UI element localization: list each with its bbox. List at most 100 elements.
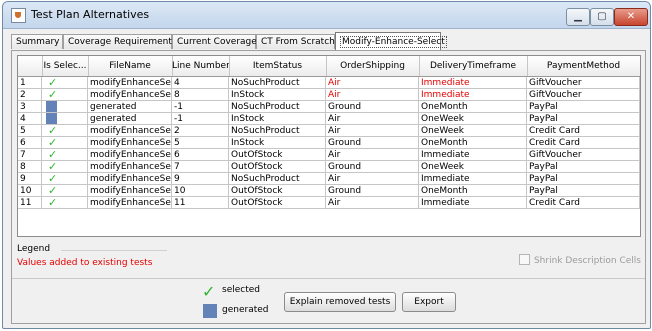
cell-line-number[interactable]: 10 bbox=[172, 185, 229, 197]
table-row[interactable]: 4 generated -1 InStock Air OneWeek PayPal bbox=[18, 113, 640, 125]
cell-filename[interactable]: modifyEnhanceSe... bbox=[88, 185, 172, 197]
col-header-line-number[interactable]: Line Number bbox=[172, 56, 230, 76]
maximize-button[interactable]: ▢ bbox=[590, 8, 614, 26]
cell-filename[interactable]: modifyEnhanceSe... bbox=[88, 161, 172, 173]
cell-is-selected[interactable]: ✓ bbox=[42, 89, 88, 101]
cell-deliverytimeframe[interactable]: Immediate bbox=[419, 149, 527, 161]
cell-paymentmethod[interactable]: GiftVoucher bbox=[527, 77, 640, 89]
col-header-row-number[interactable] bbox=[18, 56, 43, 76]
cell-itemstatus[interactable]: OutOfStock bbox=[229, 149, 326, 161]
cell-ordershipping[interactable]: Air bbox=[326, 197, 419, 209]
cell-line-number[interactable]: -1 bbox=[172, 101, 229, 113]
cell-row-number[interactable]: 4 bbox=[18, 113, 42, 125]
cell-ordershipping[interactable]: Air bbox=[326, 149, 419, 161]
cell-is-selected[interactable]: ✓ bbox=[42, 77, 88, 89]
cell-ordershipping[interactable]: Air bbox=[326, 125, 419, 137]
cell-filename[interactable]: generated bbox=[88, 113, 172, 125]
cell-deliverytimeframe[interactable]: Immediate bbox=[419, 77, 527, 89]
table-row[interactable]: 9 ✓ modifyEnhanceSe... 9 NoSuchProduct Air Imm… bbox=[18, 173, 640, 185]
cell-is-selected[interactable]: ✓ bbox=[42, 185, 88, 197]
cell-paymentmethod[interactable]: PayPal bbox=[527, 185, 640, 197]
table-row[interactable]: 10 ✓ modifyEnhanceSe... 10 OutOfStock Ground O… bbox=[18, 185, 640, 197]
cell-deliverytimeframe[interactable]: OneWeek bbox=[419, 161, 527, 173]
cell-paymentmethod[interactable]: Credit Card bbox=[527, 197, 640, 209]
cell-line-number[interactable]: 11 bbox=[172, 197, 229, 209]
cell-line-number[interactable]: -1 bbox=[172, 113, 229, 125]
cell-is-selected[interactable]: ✓ bbox=[42, 161, 88, 173]
cell-deliverytimeframe[interactable]: Immediate bbox=[419, 197, 527, 209]
cell-line-number[interactable]: 4 bbox=[172, 77, 229, 89]
title-bar[interactable]: Test Plan Alternatives ▁ ▢ ✕ bbox=[3, 2, 650, 29]
table-row[interactable]: 3 generated -1 NoSuchProduct Ground OneMonth P… bbox=[18, 101, 640, 113]
cell-is-selected[interactable] bbox=[42, 101, 88, 113]
cell-filename[interactable]: modifyEnhanceSe... bbox=[88, 173, 172, 185]
cell-line-number[interactable]: 7 bbox=[172, 161, 229, 173]
cell-paymentmethod[interactable]: PayPal bbox=[527, 101, 640, 113]
explain-removed-tests-button[interactable]: Explain removed tests bbox=[284, 292, 396, 312]
cell-line-number[interactable]: 8 bbox=[172, 89, 229, 101]
cell-line-number[interactable]: 9 bbox=[172, 173, 229, 185]
shrink-description-checkbox[interactable]: Shrink Description Cells bbox=[518, 254, 641, 266]
table-row[interactable]: 5 ✓ modifyEnhanceSe... 2 NoSuchProduct Air One… bbox=[18, 125, 640, 137]
alternatives-table[interactable]: Is Selec... FileName Line Number ItemSta… bbox=[17, 55, 641, 237]
tab-coverage-requirements[interactable]: Coverage Requirements bbox=[63, 34, 177, 49]
cell-paymentmethod[interactable]: Credit Card bbox=[527, 137, 640, 149]
cell-row-number[interactable]: 3 bbox=[18, 101, 42, 113]
cell-ordershipping[interactable]: Ground bbox=[326, 161, 419, 173]
cell-deliverytimeframe[interactable]: OneWeek bbox=[419, 113, 527, 125]
cell-row-number[interactable]: 9 bbox=[18, 173, 42, 185]
table-row[interactable]: 1 ✓ modifyEnhanceSe... 4 NoSuchProduct Air Imm… bbox=[18, 77, 640, 89]
cell-ordershipping[interactable]: Air bbox=[326, 173, 419, 185]
table-row[interactable]: 11 ✓ modifyEnhanceSe... 11 OutOfStock Air Imme… bbox=[18, 197, 640, 209]
cell-filename[interactable]: modifyEnhanceSe... bbox=[88, 125, 172, 137]
cell-paymentmethod[interactable]: PayPal bbox=[527, 173, 640, 185]
export-button[interactable]: Export bbox=[402, 292, 456, 312]
close-button[interactable]: ✕ bbox=[614, 8, 648, 26]
col-header-ordershipping[interactable]: OrderShipping bbox=[326, 56, 420, 76]
cell-itemstatus[interactable]: NoSuchProduct bbox=[229, 77, 326, 89]
cell-itemstatus[interactable]: OutOfStock bbox=[229, 197, 326, 209]
cell-itemstatus[interactable]: NoSuchProduct bbox=[229, 125, 326, 137]
cell-itemstatus[interactable]: InStock bbox=[229, 89, 326, 101]
cell-ordershipping[interactable]: Air bbox=[326, 89, 419, 101]
cell-ordershipping[interactable]: Ground bbox=[326, 101, 419, 113]
cell-ordershipping[interactable]: Air bbox=[326, 77, 419, 89]
col-header-filename[interactable]: FileName bbox=[88, 56, 173, 76]
cell-deliverytimeframe[interactable]: OneMonth bbox=[419, 185, 527, 197]
cell-ordershipping[interactable]: Air bbox=[326, 113, 419, 125]
cell-row-number[interactable]: 5 bbox=[18, 125, 42, 137]
cell-paymentmethod[interactable]: PayPal bbox=[527, 161, 640, 173]
cell-itemstatus[interactable]: InStock bbox=[229, 137, 326, 149]
col-header-paymentmethod[interactable]: PaymentMethod bbox=[527, 56, 640, 76]
cell-paymentmethod[interactable]: PayPal bbox=[527, 113, 640, 125]
table-row[interactable]: 8 ✓ modifyEnhanceSe... 7 OutOfStock Ground One… bbox=[18, 161, 640, 173]
cell-is-selected[interactable]: ✓ bbox=[42, 197, 88, 209]
checkbox-icon[interactable] bbox=[518, 254, 530, 265]
cell-ordershipping[interactable]: Ground bbox=[326, 137, 419, 149]
cell-row-number[interactable]: 11 bbox=[18, 197, 42, 209]
tab-modify-enhance-select[interactable]: Modify-Enhance-Select bbox=[335, 32, 447, 51]
cell-deliverytimeframe[interactable]: OneWeek bbox=[419, 125, 527, 137]
cell-is-selected[interactable]: ✓ bbox=[42, 125, 88, 137]
tab-ct-from-scratch[interactable]: CT From Scratch bbox=[256, 34, 335, 49]
col-header-is-selected[interactable]: Is Selec... bbox=[42, 56, 89, 76]
cell-row-number[interactable]: 10 bbox=[18, 185, 42, 197]
cell-is-selected[interactable]: ✓ bbox=[42, 149, 88, 161]
cell-is-selected[interactable]: ✓ bbox=[42, 137, 88, 149]
tab-current-coverage[interactable]: Current Coverage bbox=[172, 34, 257, 49]
cell-line-number[interactable]: 2 bbox=[172, 125, 229, 137]
cell-paymentmethod[interactable]: GiftVoucher bbox=[527, 89, 640, 101]
cell-row-number[interactable]: 8 bbox=[18, 161, 42, 173]
cell-deliverytimeframe[interactable]: Immediate bbox=[419, 89, 527, 101]
cell-filename[interactable]: modifyEnhanceSe... bbox=[88, 89, 172, 101]
cell-itemstatus[interactable]: OutOfStock bbox=[229, 185, 326, 197]
cell-is-selected[interactable] bbox=[42, 113, 88, 125]
cell-deliverytimeframe[interactable]: Immediate bbox=[419, 173, 527, 185]
cell-line-number[interactable]: 6 bbox=[172, 149, 229, 161]
table-row[interactable]: 2 ✓ modifyEnhanceSe... 8 InStock Air Immediate… bbox=[18, 89, 640, 101]
cell-filename[interactable]: modifyEnhanceSe... bbox=[88, 77, 172, 89]
cell-row-number[interactable]: 7 bbox=[18, 149, 42, 161]
cell-itemstatus[interactable]: OutOfStock bbox=[229, 161, 326, 173]
cell-filename[interactable]: modifyEnhanceSe... bbox=[88, 149, 172, 161]
cell-paymentmethod[interactable]: Credit Card bbox=[527, 125, 640, 137]
